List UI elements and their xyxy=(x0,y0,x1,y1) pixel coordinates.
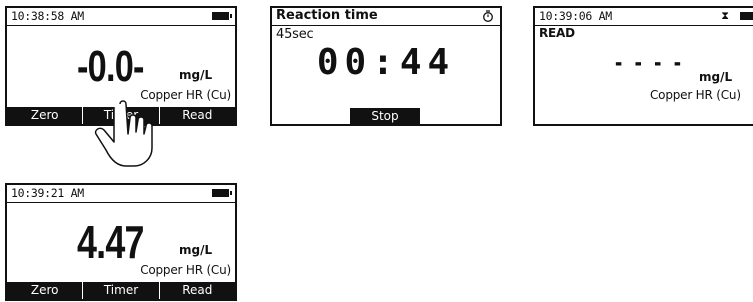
meter-screen-result: 10:39:21 AM 4.47 mg/L Copper HR (Cu) Zer… xyxy=(5,183,237,301)
method-label: Copper HR (Cu) xyxy=(650,88,741,102)
stopwatch-icon xyxy=(483,10,493,22)
reaction-duration: 45sec xyxy=(276,27,314,42)
status-bar: 10:39:21 AM xyxy=(7,185,235,203)
status-bar: 10:39:06 AM ⧗ xyxy=(535,8,753,26)
reading-value: 4.47 xyxy=(77,216,144,268)
screen-title: Reaction time xyxy=(276,8,378,23)
countdown-display: 00:44 xyxy=(316,42,456,83)
clock-time: 10:38:58 AM xyxy=(11,9,84,23)
unit-label: mg/L xyxy=(179,243,213,257)
battery-icon xyxy=(740,12,753,20)
reading-value: -0.0- xyxy=(77,42,144,91)
hourglass-icon: ⧗ xyxy=(721,9,729,22)
timer-softkey[interactable]: Timer xyxy=(83,282,160,299)
read-softkey[interactable]: Read xyxy=(159,282,235,299)
reaction-timer-screen: Reaction time 45sec 00:44 Stop xyxy=(270,6,502,126)
softkey-bar: Zero Timer Read xyxy=(7,282,235,299)
pointing-hand-icon xyxy=(94,100,153,167)
title-bar: Reaction time xyxy=(272,8,500,26)
method-label: Copper HR (Cu) xyxy=(140,263,231,277)
meter-screen-reading: 10:39:06 AM ⧗ READ - - - - mg/L Copper H… xyxy=(533,6,753,126)
status-label: READ xyxy=(539,26,575,40)
battery-icon xyxy=(212,12,232,20)
zero-softkey[interactable]: Zero xyxy=(7,282,84,299)
status-bar: 10:38:58 AM xyxy=(7,8,235,26)
unit-label: mg/L xyxy=(179,68,213,82)
clock-time: 10:39:21 AM xyxy=(11,186,84,200)
unit-label: mg/L xyxy=(699,70,733,84)
stop-softkey[interactable]: Stop xyxy=(350,108,420,124)
clock-time: 10:39:06 AM xyxy=(539,9,612,23)
zero-softkey[interactable]: Zero xyxy=(7,107,84,124)
battery-icon xyxy=(212,189,232,197)
reading-placeholder: - - - - xyxy=(615,46,685,77)
